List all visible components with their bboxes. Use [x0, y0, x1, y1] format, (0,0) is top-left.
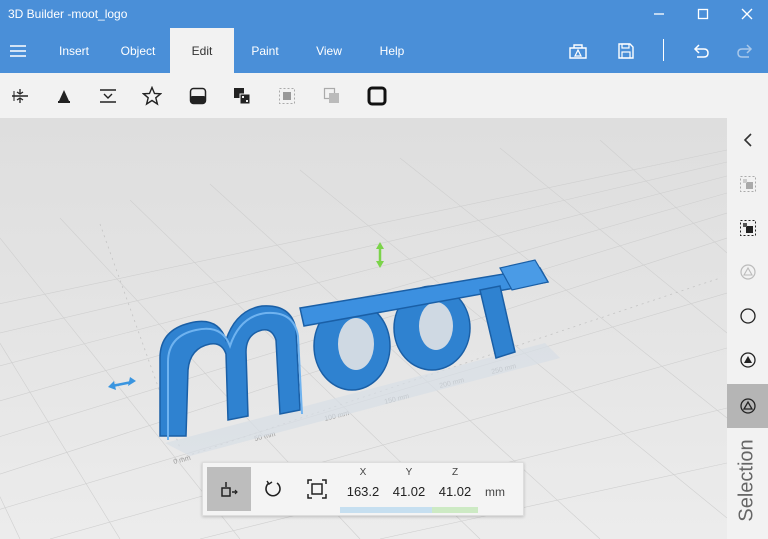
close-icon [741, 8, 753, 20]
subtract-button[interactable] [312, 73, 352, 118]
circle-icon [739, 308, 756, 324]
redo-button[interactable] [726, 28, 766, 73]
title-bar: 3D Builder -moot_logo [0, 0, 768, 28]
hamburger-icon [10, 44, 26, 57]
vertex-select-icon [739, 264, 756, 280]
hamburger-menu-button[interactable] [0, 28, 36, 73]
menu-divider [663, 39, 664, 61]
y-label: Y [405, 467, 413, 478]
chevron-left-icon [743, 133, 752, 147]
simplify-button[interactable] [88, 73, 128, 118]
extrude-button[interactable] [44, 73, 84, 118]
select-faces-button[interactable] [727, 206, 768, 250]
edge-select-icon [739, 352, 756, 368]
extrude-icon [58, 89, 70, 103]
tab-edit[interactable]: Edit [170, 28, 234, 73]
transform-panel: X 163.2 Y 41.02 Z 41.02 mm [202, 462, 524, 516]
select-circle-button[interactable] [727, 294, 768, 338]
merge-icon [234, 87, 251, 104]
scale-button[interactable] [295, 467, 339, 511]
tab-insert[interactable]: Insert [48, 28, 100, 73]
save-icon [618, 42, 634, 59]
x-value: 163.2 [346, 484, 380, 499]
move-button[interactable] [207, 467, 251, 511]
close-button[interactable] [725, 0, 768, 28]
tab-help[interactable]: Help [368, 28, 416, 73]
redo-icon [737, 43, 753, 58]
select-triangles-button[interactable] [727, 384, 768, 428]
minimize-icon [654, 13, 664, 15]
moot-3d-model[interactable] [159, 259, 550, 440]
tab-paint[interactable]: Paint [240, 28, 290, 73]
minimize-button[interactable] [637, 0, 681, 28]
x-label: X [359, 467, 367, 478]
save-button[interactable] [606, 28, 646, 73]
subtract-icon [323, 87, 339, 103]
window-title: 3D Builder -moot_logo [8, 7, 128, 21]
smooth-button[interactable] [178, 73, 218, 118]
x-coordinate-field[interactable]: X 163.2 [340, 463, 386, 515]
share-3d-icon [569, 43, 587, 59]
outline-icon [367, 86, 387, 105]
select-faces-icon [739, 220, 756, 236]
undo-button[interactable] [680, 28, 720, 73]
collapse-panel-button[interactable] [727, 118, 768, 162]
select-icon [279, 87, 295, 104]
select-objects-button[interactable] [727, 162, 768, 206]
selection-label: Selection [736, 438, 758, 522]
star-icon [142, 85, 162, 106]
maximize-button[interactable] [681, 0, 725, 28]
edit-toolbar [0, 73, 768, 118]
vertical-move-arrow[interactable] [376, 242, 384, 268]
undo-icon [693, 43, 709, 58]
tab-object[interactable]: Object [108, 28, 168, 73]
intersect-button[interactable] [267, 73, 307, 118]
y-coordinate-field[interactable]: Y 41.02 [386, 463, 432, 515]
select-edges-button[interactable] [727, 338, 768, 382]
z-indicator [432, 507, 478, 513]
z-coordinate-field[interactable]: Z 41.02 [432, 463, 478, 515]
split-button[interactable] [0, 73, 40, 118]
menu-bar: Insert Object Edit Paint View Help [0, 28, 768, 73]
scale-icon [307, 479, 327, 499]
tab-view[interactable]: View [305, 28, 353, 73]
emboss-button[interactable] [132, 73, 172, 118]
ruler-label-0: 0 mm [173, 455, 192, 466]
rotate-button[interactable] [251, 467, 295, 511]
outline-button[interactable] [357, 73, 397, 118]
merge-button[interactable] [222, 73, 262, 118]
unit-label[interactable]: mm [485, 485, 505, 499]
x-indicator [340, 507, 386, 513]
simplify-icon [100, 88, 116, 103]
select-vertices-button[interactable] [727, 250, 768, 294]
maximize-icon [697, 8, 709, 20]
rotate-icon [265, 480, 281, 497]
y-value: 41.02 [392, 484, 426, 499]
z-label: Z [451, 467, 459, 478]
split-icon [12, 88, 28, 103]
z-value: 41.02 [438, 484, 472, 499]
select-objects-icon [739, 176, 756, 192]
move-icon [221, 482, 238, 497]
smooth-icon [189, 87, 207, 104]
share-3d-button[interactable] [558, 28, 598, 73]
triangle-select-icon [739, 398, 756, 414]
selection-panel: Selection [727, 118, 768, 539]
y-indicator [386, 507, 432, 513]
